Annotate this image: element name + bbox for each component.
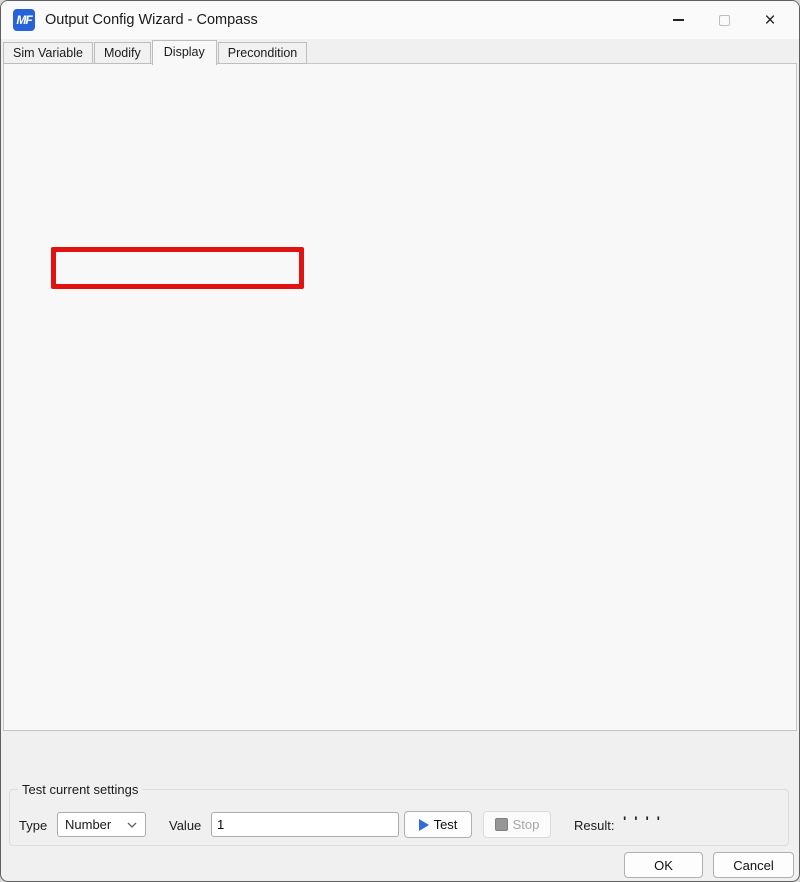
chevron-down-icon	[127, 822, 137, 828]
tab-strip: Sim Variable Modify Display Precondition	[3, 41, 308, 64]
value-input[interactable]	[211, 812, 399, 837]
stop-button: Stop	[483, 811, 551, 838]
display-tab-page	[3, 63, 797, 731]
close-button[interactable]: ×	[747, 1, 793, 39]
test-settings-legend: Test current settings	[18, 782, 142, 797]
tab-precondition[interactable]: Precondition	[218, 42, 308, 64]
type-combobox-value: Number	[65, 817, 111, 832]
window-controls: ×	[655, 1, 793, 39]
maximize-button	[701, 1, 747, 39]
test-button[interactable]: Test	[404, 811, 472, 838]
ok-button[interactable]: OK	[624, 852, 703, 878]
result-value: ' ' ' '	[623, 813, 662, 829]
close-icon: ×	[764, 11, 775, 30]
cancel-button[interactable]: Cancel	[713, 852, 794, 878]
value-label: Value	[169, 818, 201, 833]
tab-modify[interactable]: Modify	[94, 42, 151, 64]
window-title: Output Config Wizard - Compass	[45, 1, 258, 39]
dialog-window: MF Output Config Wizard - Compass × Sim …	[0, 0, 800, 882]
minimize-button[interactable]	[655, 1, 701, 39]
play-icon	[419, 819, 429, 831]
stop-icon	[495, 818, 508, 831]
mobiflight-logo-icon: MF	[13, 9, 35, 31]
minimize-icon	[673, 19, 684, 21]
test-button-label: Test	[434, 817, 458, 832]
tab-display[interactable]: Display	[152, 40, 217, 65]
result-label: Result:	[574, 818, 614, 833]
type-label: Type	[19, 818, 47, 833]
stop-button-label: Stop	[513, 817, 540, 832]
tab-sim-variable[interactable]: Sim Variable	[3, 42, 93, 64]
title-bar: MF Output Config Wizard - Compass ×	[1, 1, 799, 39]
type-combobox[interactable]: Number	[57, 812, 146, 837]
maximize-icon	[719, 15, 730, 26]
